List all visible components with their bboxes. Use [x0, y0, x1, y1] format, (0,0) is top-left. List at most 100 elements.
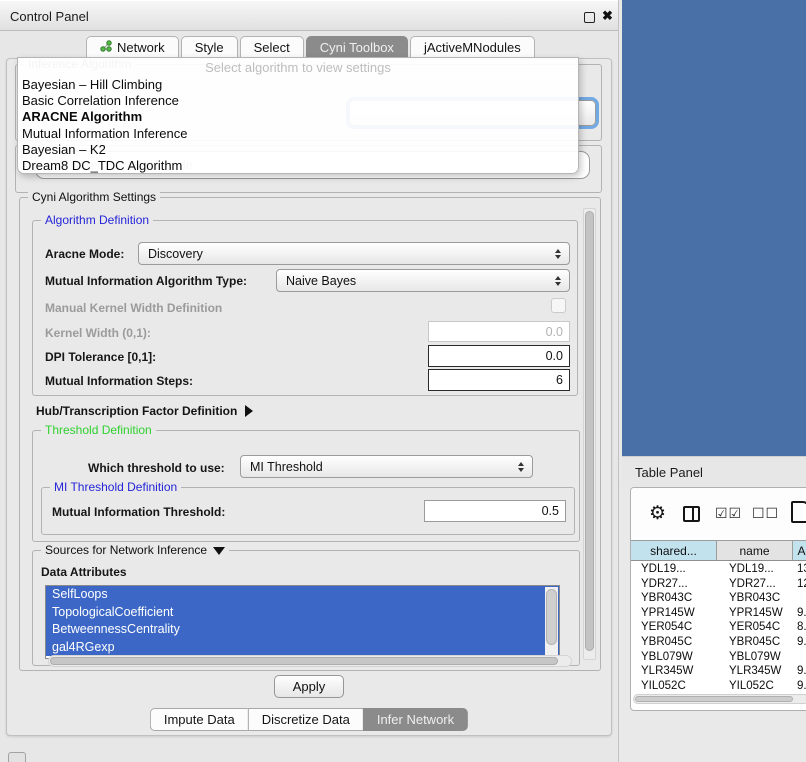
- manual-kernel-checkbox[interactable]: [551, 298, 566, 313]
- tab-label: Cyni Toolbox: [320, 40, 394, 55]
- tab-jactivemnodules[interactable]: jActiveMNodules: [410, 36, 535, 58]
- dpi-tolerance-label: DPI Tolerance [0,1]:: [45, 350, 156, 364]
- tab-cyni-toolbox[interactable]: Cyni Toolbox: [306, 36, 408, 58]
- table-cell: YBR045C: [717, 635, 793, 650]
- attribute-item-betweennesscentrality[interactable]: BetweennessCentrality: [46, 621, 559, 639]
- sources-title-text: Sources for Network Inference: [45, 543, 207, 557]
- expand-down-icon: [213, 547, 225, 555]
- table-cell: 12: [793, 577, 806, 592]
- columns-icon[interactable]: [683, 506, 700, 522]
- apply-button[interactable]: Apply: [274, 675, 344, 698]
- table-cell: YDL19...: [631, 562, 717, 577]
- settings-horizontal-scrollbar[interactable]: [48, 655, 572, 667]
- table-cell: YER054C: [717, 620, 793, 635]
- hide-columns-unchecked-icon[interactable]: ☐☐: [752, 505, 779, 522]
- table-row[interactable]: YLR345WYLR345W9.: [631, 664, 806, 679]
- which-threshold-label: Which threshold to use:: [88, 461, 225, 475]
- table-row[interactable]: YPR145WYPR145W9.: [631, 606, 806, 621]
- tab-infer-network[interactable]: Infer Network: [363, 708, 468, 731]
- sources-group: Sources for Network Inference Data Attri…: [32, 550, 580, 666]
- tab-impute-data[interactable]: Impute Data: [150, 708, 248, 731]
- settings-vertical-scrollbar[interactable]: [583, 208, 596, 660]
- cp-tab-bar: Network Style Select Cyni Toolbox jActiveMNo…: [86, 36, 537, 58]
- table-body: YDL19...YDL19...13YDR27...YDR27...12YBR0…: [631, 562, 806, 693]
- table-row[interactable]: YDL19...YDL19...13: [631, 562, 806, 577]
- which-threshold-value: MI Threshold: [250, 460, 323, 474]
- mi-steps-label: Mutual Information Steps:: [45, 374, 193, 388]
- dropdown-item-dream8-dc-tdc-algorithm[interactable]: Dream8 DC_TDC Algorithm: [22, 158, 574, 174]
- table-cell: YIL052C: [717, 679, 793, 693]
- dropdown-item-mutual-information-inference[interactable]: Mutual Information Inference: [22, 126, 574, 142]
- mi-threshold-field[interactable]: 0.5: [424, 500, 566, 522]
- table-cell: YBL079W: [717, 650, 793, 665]
- attribute-item-topologicalcoefficient[interactable]: TopologicalCoefficient: [46, 604, 559, 622]
- control-panel-titlebar: Control Panel ✖: [0, 0, 618, 31]
- tab-select[interactable]: Select: [240, 36, 304, 58]
- threshold-definition-title: Threshold Definition: [41, 423, 156, 437]
- kernel-width-label: Kernel Width (0,1):: [45, 326, 151, 340]
- spinner-arrows-icon: [555, 249, 561, 259]
- apply-button-label: Apply: [293, 679, 326, 694]
- table-row[interactable]: YIL052CYIL052C9.: [631, 679, 806, 693]
- table-row[interactable]: YDR27...YDR27...12: [631, 577, 806, 592]
- dpi-tolerance-value: 0.0: [546, 349, 563, 363]
- data-attributes-list[interactable]: SelfLoopsTopologicalCoefficientBetweenne…: [45, 585, 560, 659]
- mi-type-label: Mutual Information Algorithm Type:: [45, 274, 247, 288]
- table-cell: YPR145W: [717, 606, 793, 621]
- table-panel-title: Table Panel: [635, 465, 703, 480]
- table-cell: YPR145W: [631, 606, 717, 621]
- attribute-item-gal4rgexp[interactable]: gal4RGexp: [46, 639, 559, 657]
- kernel-width-value: 0.0: [546, 325, 563, 339]
- algorithm-definition-title: Algorithm Definition: [41, 213, 153, 227]
- aracne-mode-combobox[interactable]: Discovery: [138, 242, 570, 265]
- show-columns-checked-icon[interactable]: ☑☑: [715, 505, 742, 522]
- mi-threshold-value: 0.5: [542, 504, 559, 518]
- column-header-a[interactable]: A: [793, 541, 806, 560]
- table-horizontal-scrollbar[interactable]: [633, 694, 806, 704]
- bottom-tab-bar: Impute DataDiscretize DataInfer Network: [150, 708, 468, 731]
- table-cell: YDR27...: [717, 577, 793, 592]
- dropdown-item-aracne-algorithm[interactable]: ARACNE Algorithm: [22, 109, 574, 125]
- attribute-item-selfloops[interactable]: SelfLoops: [46, 586, 559, 604]
- tab-discretize-data[interactable]: Discretize Data: [248, 708, 363, 731]
- gear-icon[interactable]: ⚙: [649, 502, 666, 525]
- expand-right-icon: [245, 405, 253, 417]
- dropdown-items: Bayesian – Hill ClimbingBasic Correlatio…: [22, 77, 574, 174]
- hub-definition-expander[interactable]: Hub/Transcription Factor Definition: [36, 404, 253, 418]
- table-cell: 9.: [793, 664, 806, 679]
- tab-style[interactable]: Style: [181, 36, 238, 58]
- mi-steps-value: 6: [556, 373, 563, 387]
- sources-title[interactable]: Sources for Network Inference: [41, 543, 229, 557]
- table-cell: YER054C: [631, 620, 717, 635]
- table-cell: YBR045C: [631, 635, 717, 650]
- mi-type-value: Naive Bayes: [286, 274, 356, 288]
- dpi-tolerance-field[interactable]: 0.0: [428, 345, 570, 367]
- table-toolbar: ⚙ ☑☑ ☐☐: [631, 488, 806, 540]
- table-cell: 13: [793, 562, 806, 577]
- float-panel-icon[interactable]: [584, 12, 595, 23]
- column-header-shared[interactable]: shared...: [631, 541, 717, 560]
- bottom-corner-icon[interactable]: [8, 752, 26, 762]
- table-row[interactable]: YBL079WYBL079W: [631, 650, 806, 665]
- dropdown-item-basic-correlation-inference[interactable]: Basic Correlation Inference: [22, 93, 574, 109]
- mi-type-combobox[interactable]: Naive Bayes: [276, 269, 570, 292]
- which-threshold-combobox[interactable]: MI Threshold: [240, 455, 533, 478]
- table-row[interactable]: YER054CYER054C8.: [631, 620, 806, 635]
- mi-steps-field[interactable]: 6: [428, 369, 570, 391]
- column-header-name[interactable]: name: [717, 541, 793, 560]
- tab-network[interactable]: Network: [86, 36, 179, 58]
- close-panel-icon[interactable]: ✖: [602, 8, 613, 24]
- dropdown-item-bayesian-hill-climbing[interactable]: Bayesian – Hill Climbing: [22, 77, 574, 93]
- table-cell: [793, 591, 806, 606]
- table-panel: ⚙ ☑☑ ☐☐ shared...nameA YDL19...YDL19...1…: [630, 487, 806, 711]
- table-row[interactable]: YBR043CYBR043C: [631, 591, 806, 606]
- table-cell: 8.: [793, 620, 806, 635]
- manual-kernel-label: Manual Kernel Width Definition: [45, 301, 222, 315]
- table-cell: YDR27...: [631, 577, 717, 592]
- kernel-width-field[interactable]: 0.0: [428, 321, 570, 342]
- tab-label: Style: [195, 40, 224, 55]
- table-row[interactable]: YBR045CYBR045C9.: [631, 635, 806, 650]
- dropdown-item-bayesian-k2[interactable]: Bayesian – K2: [22, 142, 574, 158]
- export-table-icon[interactable]: [791, 501, 806, 523]
- list-scrollbar[interactable]: [545, 587, 558, 657]
